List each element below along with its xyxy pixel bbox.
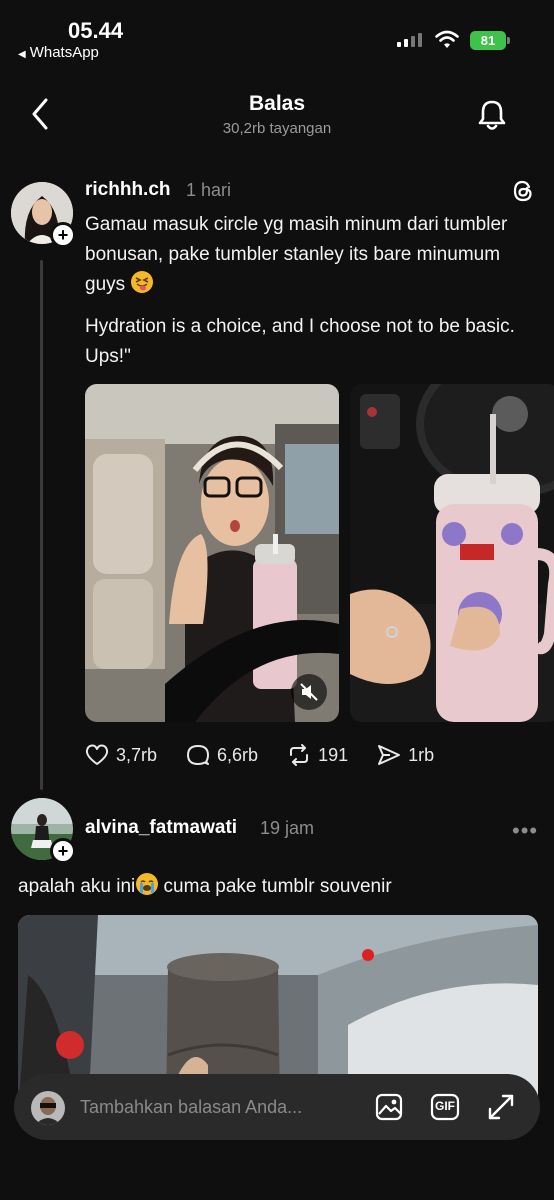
back-triangle-icon: ◀ — [18, 49, 26, 60]
mute-toggle-button[interactable] — [291, 674, 327, 710]
page-title: Balas — [248, 92, 306, 115]
post-image[interactable] — [350, 384, 554, 722]
follow-plus-button[interactable]: + — [50, 222, 76, 248]
post-video[interactable] — [85, 384, 339, 722]
user-avatar[interactable] — [31, 1091, 65, 1125]
share-count: 1rb — [408, 744, 435, 765]
status-bar: 05.44 ◀ WhatsApp 81 — [0, 0, 554, 70]
back-app-label: WhatsApp — [29, 44, 99, 61]
more-options-icon[interactable]: ••• — [512, 818, 538, 844]
post-text-continued: cuma pake tumblr souvenir — [158, 876, 392, 897]
heart-icon — [85, 744, 109, 765]
comment-count: 6,6rb — [217, 744, 259, 765]
post-text-2: Hydration is a choice, and I choose not … — [85, 316, 515, 367]
like-count: 3,7rb — [116, 744, 158, 765]
battery-indicator: 81 — [470, 31, 510, 50]
post-body: Gamau masuk circle yg masih minum dari t… — [85, 210, 525, 300]
share-icon — [378, 745, 401, 765]
post-username[interactable]: alvina_fatmawati — [85, 817, 237, 839]
post-text: apalah aku ini — [18, 876, 136, 897]
page-header: Balas 30,2rb tayangan — [0, 80, 554, 150]
gif-button[interactable]: GIF — [428, 1090, 462, 1124]
expand-icon — [488, 1094, 514, 1120]
post-username[interactable]: richhh.ch — [85, 179, 171, 201]
back-to-app-link[interactable]: ◀ WhatsApp — [18, 44, 99, 61]
attach-image-button[interactable] — [372, 1090, 406, 1124]
squinting-tongue-emoji-icon — [131, 271, 154, 293]
repost-count: 191 — [318, 744, 349, 765]
post-time: 1 hari — [186, 180, 232, 200]
post-time: 19 jam — [260, 818, 315, 838]
expand-button[interactable] — [484, 1090, 518, 1124]
repost-button[interactable]: 191 — [286, 743, 348, 767]
follow-plus-button[interactable]: + — [50, 838, 76, 864]
share-button[interactable]: 1rb — [376, 743, 434, 767]
repost-icon — [290, 744, 309, 766]
image-icon — [375, 1093, 403, 1121]
wifi-icon — [435, 30, 459, 48]
view-count: 30,2rb tayangan — [222, 120, 332, 137]
mute-icon — [300, 683, 318, 701]
gif-label: GIF — [435, 1099, 455, 1113]
bell-icon[interactable] — [474, 94, 510, 134]
reply-input[interactable] — [80, 1094, 360, 1120]
threads-logo-icon[interactable] — [510, 178, 536, 204]
post-actions: 3,7rb 6,6rb 191 1rb — [84, 738, 462, 772]
crying-emoji-icon — [136, 873, 159, 895]
post-body: apalah aku ini cuma pake tumblr souvenir — [18, 872, 538, 902]
comment-icon — [187, 745, 210, 765]
thread-line — [40, 260, 43, 790]
comment-button[interactable]: 6,6rb — [185, 743, 258, 767]
reply-bar: GIF — [14, 1074, 540, 1140]
status-time: 05.44 — [68, 18, 124, 43]
like-button[interactable]: 3,7rb — [84, 743, 157, 767]
cell-signal-icon — [397, 33, 422, 47]
